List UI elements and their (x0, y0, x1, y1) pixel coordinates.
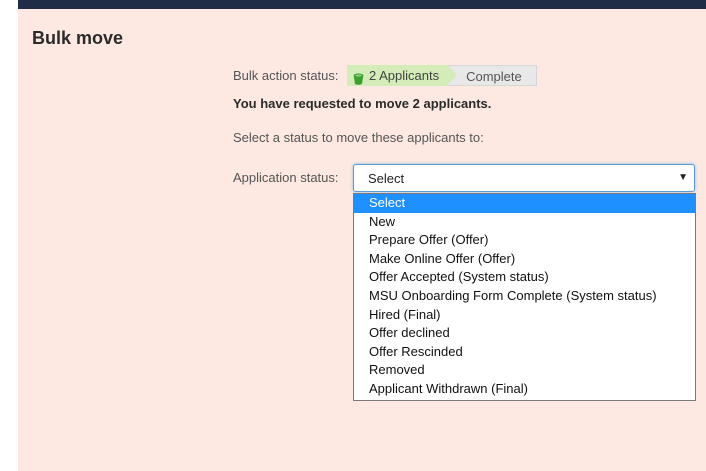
top-header-bar (18, 0, 706, 9)
requested-message: You have requested to move 2 applicants. (233, 96, 492, 111)
application-status-label: Application status: (233, 170, 339, 185)
dropdown-option[interactable]: MSU Onboarding Form Complete (System sta… (354, 287, 695, 306)
dropdown-option[interactable]: Offer Accepted (System status) (354, 268, 695, 287)
instruction-text: Select a status to move these applicants… (233, 130, 484, 145)
dropdown-option[interactable]: Make Online Offer (Offer) (354, 250, 695, 269)
select-current-value: Select (368, 171, 405, 186)
application-status-dropdown: Select New Prepare Offer (Offer) Make Onlin… (353, 193, 696, 401)
bulk-action-progress: 2 Applicants Complete (347, 65, 537, 86)
dropdown-option[interactable]: New (354, 213, 695, 232)
dropdown-option[interactable]: Select (354, 194, 695, 213)
dropdown-option[interactable]: Prepare Offer (Offer) (354, 231, 695, 250)
step-complete: Complete (447, 65, 537, 86)
bulk-action-status-label: Bulk action status: (233, 68, 339, 83)
step-applicants: 2 Applicants (347, 65, 458, 86)
dropdown-option[interactable]: Offer declined (354, 324, 695, 343)
step-applicants-label: 2 Applicants (369, 68, 440, 83)
dropdown-option[interactable]: Offer Rescinded (354, 343, 695, 362)
dropdown-option[interactable]: Applicant Withdrawn (Final) (354, 380, 695, 399)
bulk-move-panel: Bulk move Bulk action status: 2 Applican… (18, 9, 706, 471)
application-status-select[interactable]: Select ▼ (353, 164, 695, 192)
dropdown-option[interactable]: Hired (Final) (354, 306, 695, 325)
dropdown-option[interactable]: Removed (354, 361, 695, 380)
bucket-icon (353, 70, 364, 85)
chevron-down-icon: ▼ (678, 172, 688, 183)
page-title: Bulk move (32, 28, 124, 48)
